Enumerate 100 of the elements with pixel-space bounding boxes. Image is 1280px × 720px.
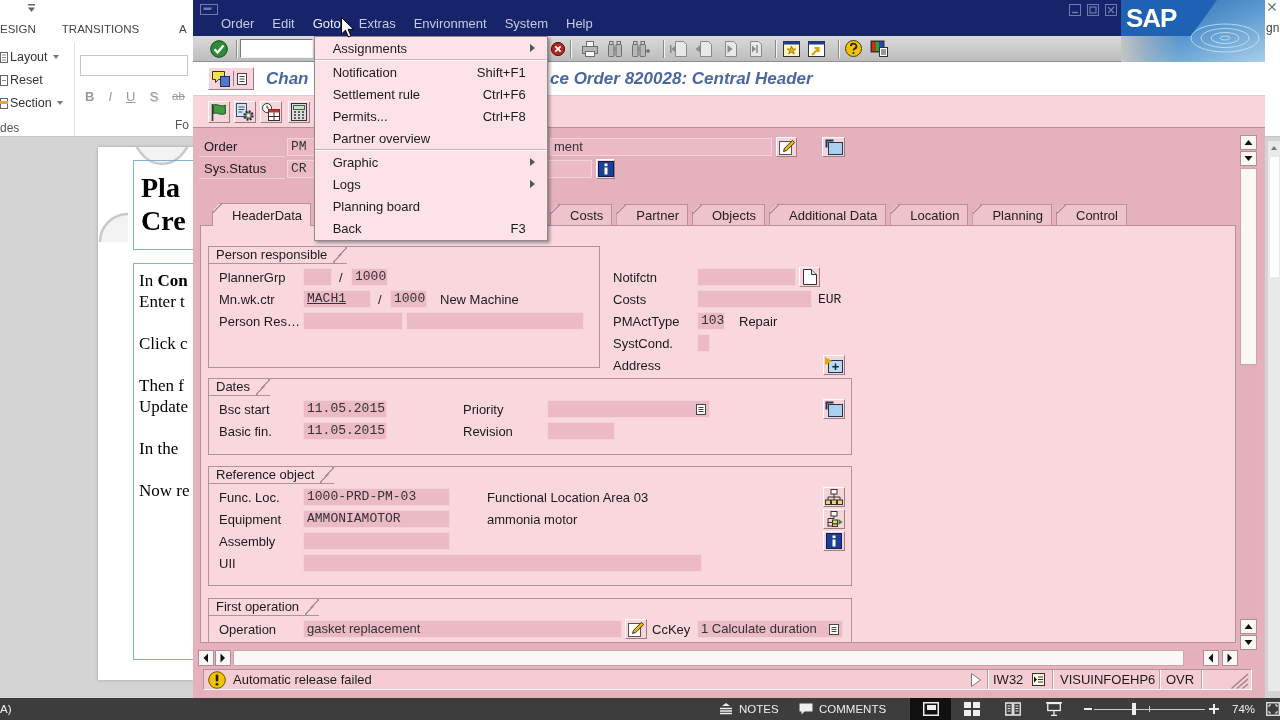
ribbon-tab[interactable]: A [179, 23, 187, 35]
address-button[interactable] [823, 355, 845, 375]
shortcut-icon[interactable] [808, 40, 825, 57]
list-icon[interactable] [237, 72, 247, 85]
message-icon[interactable] [212, 70, 230, 87]
menu-item[interactable]: System [504, 16, 548, 32]
ribbon-button[interactable]: Layout [0, 49, 59, 65]
window-menu-icon[interactable] [200, 4, 218, 15]
create-notification-button[interactable] [799, 267, 820, 287]
customize-icon[interactable] [27, 4, 36, 12]
menu-item[interactable]: Order [221, 16, 255, 32]
ribbon-tab[interactable]: TRANSITIONS [61, 23, 140, 35]
edit-button[interactable] [625, 619, 647, 639]
input-field[interactable]: 103 [697, 312, 725, 330]
list-icon[interactable] [696, 403, 706, 415]
input-field[interactable]: 11.05.2015 [303, 422, 387, 440]
menu-item[interactable]: Logs [314, 173, 547, 195]
dropdown-field[interactable] [547, 400, 710, 418]
menu-item[interactable]: Goto [312, 16, 341, 32]
display-button[interactable] [822, 137, 845, 157]
input-field[interactable] [303, 532, 450, 550]
input-field[interactable] [303, 554, 702, 572]
zoom-in-icon[interactable] [1209, 704, 1219, 714]
input-field[interactable]: AMMONIAMOTOR [303, 510, 450, 528]
color-screen-icon[interactable] [870, 40, 888, 57]
notes-button[interactable]: NOTES [719, 698, 781, 720]
tab[interactable]: Location [890, 204, 969, 225]
input-field[interactable]: ment [550, 138, 772, 156]
tab[interactable]: Costs [550, 204, 613, 225]
flag-button[interactable] [208, 100, 230, 123]
menu-item[interactable]: Help [566, 16, 593, 32]
font-name-field[interactable] [80, 55, 188, 76]
input-field[interactable]: 1000 [390, 290, 427, 308]
tab[interactable]: Control [1056, 204, 1127, 225]
display-button[interactable] [823, 399, 845, 419]
menu-item[interactable]: Planning board [314, 195, 547, 217]
input-field[interactable]: MACH1 [303, 290, 371, 308]
structure-list-button[interactable] [823, 509, 845, 529]
info-button[interactable] [596, 159, 615, 179]
tab[interactable]: Partner [616, 204, 688, 225]
new-window-icon[interactable] [783, 40, 800, 57]
checkmark-icon[interactable] [210, 39, 228, 58]
tab[interactable]: Objects [692, 204, 766, 225]
input-field[interactable] [697, 290, 812, 308]
input-field[interactable] [547, 422, 615, 440]
list-icon[interactable] [1032, 673, 1045, 686]
menu-item[interactable]: Back F3 [314, 217, 547, 239]
tab[interactable]: Additional Data [769, 204, 887, 225]
horizontal-scrollbar[interactable] [198, 650, 1240, 666]
binoculars-icon[interactable] [608, 40, 622, 57]
reading-view-icon[interactable] [1004, 702, 1021, 716]
ribbon-button[interactable]: Reset [0, 72, 43, 88]
input-field[interactable] [697, 334, 710, 352]
input-field[interactable]: 11.05.2015 [303, 400, 387, 418]
list-icon[interactable] [829, 623, 839, 635]
menu-item[interactable]: Settlement rule Ctrl+F6 [314, 83, 547, 105]
tab[interactable]: HeaderData [212, 203, 312, 226]
minimize-icon[interactable] [1069, 4, 1081, 16]
menu-item[interactable]: Graphic [314, 151, 547, 173]
menu-item[interactable]: Edit [272, 16, 295, 32]
ribbon-tab[interactable]: ESIGN [0, 23, 36, 35]
previous-page-icon[interactable] [695, 40, 712, 57]
structure-button[interactable] [823, 487, 845, 507]
input-field[interactable] [303, 268, 332, 286]
expand-triangle-icon[interactable] [971, 672, 981, 687]
close-icon[interactable] [1268, 3, 1276, 11]
fit-slide-icon[interactable] [1266, 702, 1280, 716]
input-field[interactable]: gasket replacement [303, 620, 622, 638]
info-button[interactable] [823, 531, 845, 551]
tab[interactable]: Planning [972, 204, 1052, 225]
settings-button[interactable] [234, 100, 256, 123]
close-icon[interactable] [1105, 4, 1117, 16]
input-field[interactable] [303, 312, 403, 330]
object-list-button[interactable] [208, 67, 254, 90]
menu-item[interactable]: Notification Shift+F1 [314, 61, 547, 83]
slide-sorter-icon[interactable] [963, 702, 980, 716]
binoculars-plus-icon[interactable] [632, 40, 650, 57]
view-button[interactable] [910, 698, 951, 720]
normal-view-icon[interactable] [922, 702, 939, 716]
maximize-icon[interactable] [1087, 4, 1099, 16]
menu-item[interactable]: Permits... Ctrl+F8 [314, 105, 547, 127]
input-field[interactable] [406, 312, 584, 330]
input-field[interactable] [697, 268, 796, 286]
menu-item[interactable]: Partner overview [314, 127, 547, 149]
menu-item[interactable]: Environment [413, 16, 487, 32]
comments-button[interactable]: COMMENTS [799, 698, 891, 720]
calculator-button[interactable] [288, 100, 310, 123]
input-field[interactable]: 1000-PRD-PM-03 [303, 488, 450, 506]
cancel-icon[interactable] [551, 41, 565, 56]
menu-item[interactable]: Extras [358, 16, 396, 32]
vertical-scrollbar[interactable] [1240, 135, 1257, 650]
edit-button[interactable] [776, 137, 797, 157]
dropdown-field[interactable]: 1 Calculate duration [697, 620, 843, 638]
vertical-scrollbar[interactable] [1268, 141, 1280, 691]
help-icon[interactable] [845, 40, 862, 57]
first-page-icon[interactable] [670, 40, 687, 57]
printer-icon[interactable] [582, 40, 598, 57]
ribbon-button[interactable]: Section [0, 95, 63, 111]
schedule-button[interactable] [260, 100, 282, 123]
slideshow-icon[interactable] [1045, 702, 1062, 716]
